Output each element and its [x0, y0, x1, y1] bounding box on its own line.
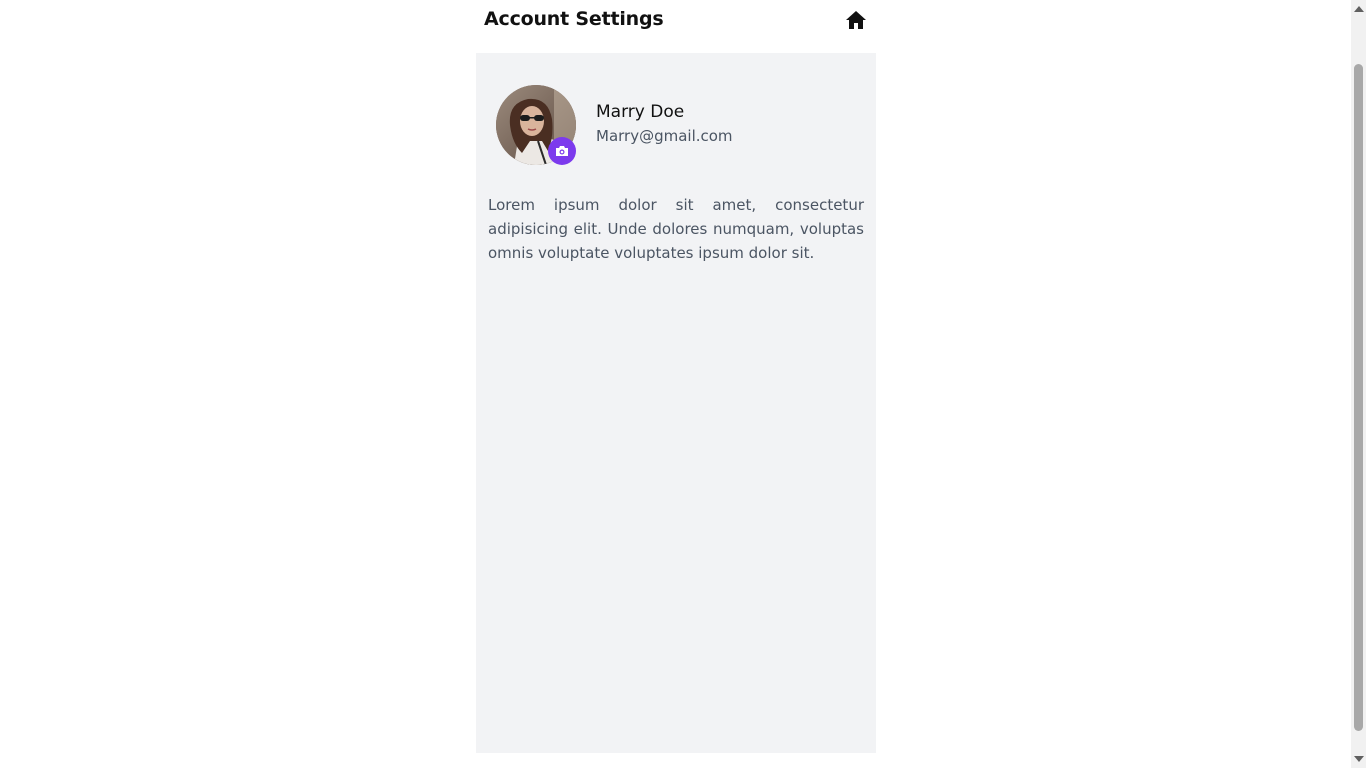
user-email: Marry@gmail.com — [596, 127, 733, 145]
camera-icon — [556, 146, 568, 156]
scroll-up-arrow-icon[interactable] — [1354, 6, 1364, 12]
home-button[interactable] — [845, 10, 867, 30]
page-scrollbar[interactable] — [1351, 0, 1366, 768]
header: Account Settings — [476, 0, 876, 53]
browser-viewport: Account Settings Marry Doe Marry@gmail.c… — [0, 0, 1366, 768]
profile-panel: Marry Doe Marry@gmail.com Lorem ipsum do… — [476, 53, 876, 753]
page-title: Account Settings — [484, 8, 664, 30]
user-info: Marry Doe Marry@gmail.com — [596, 100, 733, 148]
avatar-container — [496, 85, 576, 165]
scroll-down-arrow-icon[interactable] — [1354, 756, 1364, 762]
user-name: Marry Doe — [596, 102, 685, 122]
change-photo-button[interactable] — [548, 137, 576, 165]
account-settings-page: Account Settings Marry Doe Marry@gmail.c… — [476, 0, 876, 753]
scroll-thumb[interactable] — [1354, 64, 1363, 731]
bio-text: Lorem ipsum dolor sit amet, consectetur … — [488, 196, 864, 262]
home-icon — [846, 11, 866, 29]
